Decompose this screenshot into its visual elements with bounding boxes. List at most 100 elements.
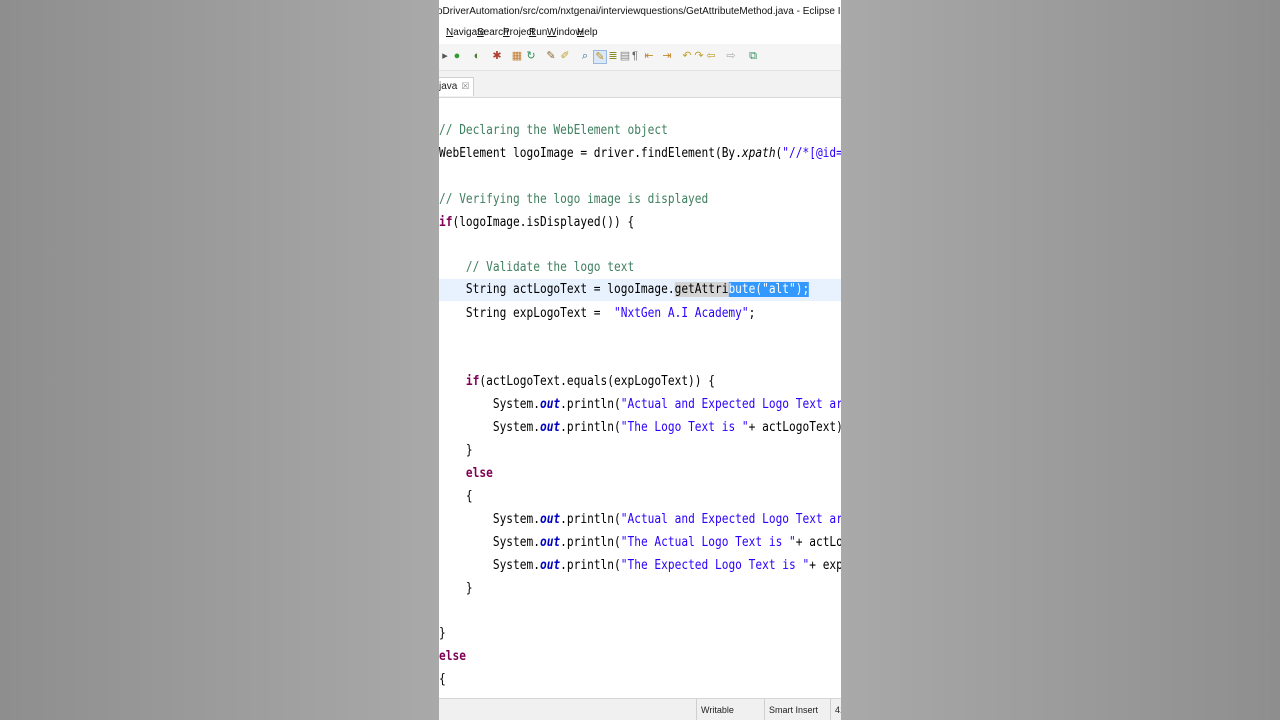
nav-back-icon[interactable]: ⇤ — [643, 50, 655, 62]
code-text: System. — [439, 558, 540, 573]
code-text: + expLogoText); — [809, 558, 841, 573]
pin-icon[interactable]: ✎ — [545, 50, 557, 62]
code-method: xpath — [741, 146, 776, 161]
code-text: .println( — [560, 558, 621, 573]
code-string: "Actual and Expected Logo Text are not s… — [620, 512, 841, 527]
code-field: out — [539, 397, 561, 412]
code-keyword: if — [439, 215, 453, 230]
code-text: { — [439, 489, 473, 504]
code-line-11: } — [439, 440, 473, 462]
code-text: } — [439, 626, 446, 641]
code-selection: bute("alt"); — [728, 282, 810, 297]
code-line-17: } — [439, 578, 473, 600]
code-method: getAttri — [674, 282, 729, 297]
code-text: WebElement logoImage = driver.findElemen… — [439, 146, 742, 161]
code-line-2: WebElement logoImage = driver.findElemen… — [439, 143, 841, 165]
code-line-7: String expLogoText = "NxtGen A.I Academy… — [439, 303, 755, 325]
code-line-18: } — [439, 623, 446, 645]
status-insert-mode: Smart Insert — [764, 699, 831, 720]
code-editor[interactable]: // Declaring the WebElement object WebEl… — [439, 98, 841, 698]
arrow-left-icon[interactable]: ⇦ — [705, 50, 717, 62]
code-field: out — [539, 512, 561, 527]
code-line-4: if(logoImage.isDisplayed()) { — [439, 212, 634, 234]
pilcrow-icon[interactable]: ¶ — [629, 50, 641, 62]
refresh-icon[interactable]: ↻ — [525, 50, 537, 62]
menu-help[interactable]: Help — [577, 24, 598, 42]
nav-forward-icon[interactable]: ⇥ — [661, 50, 673, 62]
code-line-6: String actLogoText = logoImage.getAttrib… — [439, 279, 810, 301]
run-icon[interactable]: ● — [451, 50, 463, 62]
window-title: oDriverAutomation/src/com/nxtgenai/inter… — [439, 6, 841, 17]
nav-prev-icon[interactable]: ↶ — [681, 50, 693, 62]
code-text: (logoImage.isDisplayed()) { — [452, 215, 635, 230]
code-text: .println( — [560, 512, 621, 527]
code-line-8: if(actLogoText.equals(expLogoText)) { — [439, 371, 715, 393]
toolbar: ▸ ● ◐ ✱ ▦ ↻ ✎ ✐ ⌕ ✎ ≣ ▤ ¶ ⇤ ⇥ ↶ ↷ ⇦ ⇨ ⧉ — [439, 44, 841, 71]
brush-icon[interactable]: ✐ — [559, 50, 571, 62]
window-titlebar: oDriverAutomation/src/com/nxtgenai/inter… — [439, 0, 841, 24]
code-comment: // Validate the logo text — [439, 260, 635, 275]
eclipse-window: oDriverAutomation/src/com/nxtgenai/inter… — [439, 0, 841, 720]
code-line-15: System.out.println("The Actual Logo Text… — [439, 532, 841, 554]
close-tab-icon[interactable]: ☒ — [461, 81, 469, 91]
search-icon[interactable]: ⌕ — [579, 50, 591, 62]
status-cursor-position: 41 — [830, 699, 841, 720]
code-text: .println( — [560, 420, 621, 435]
code-keyword: else — [439, 649, 466, 664]
code-text: (actLogoText.equals(expLogoText)) { — [479, 374, 715, 389]
code-line-13: { — [439, 486, 473, 508]
code-line-1: // Declaring the WebElement object — [439, 120, 668, 142]
code-comment: // Declaring the WebElement object — [439, 123, 668, 138]
code-line-10: System.out.println("The Logo Text is "+ … — [439, 417, 841, 439]
code-text: .println( — [560, 535, 621, 550]
editor-tab-getattributemethod[interactable]: java ☒ — [439, 77, 475, 96]
code-line-14: System.out.println("Actual and Expected … — [439, 509, 841, 531]
code-field: out — [539, 420, 561, 435]
bug-icon[interactable]: ✱ — [491, 50, 503, 62]
debug-icon[interactable]: ◐ — [471, 50, 483, 62]
right-backdrop — [841, 0, 1280, 720]
code-line-12: else — [439, 463, 493, 485]
code-string: "The Expected Logo Text is " — [620, 558, 810, 573]
editor-tab-strip: java ☒ — [439, 71, 841, 98]
code-keyword: else — [439, 466, 493, 481]
code-line-9: System.out.println("Actual and Expected … — [439, 394, 841, 416]
code-line-5: // Validate the logo text — [439, 257, 634, 279]
menu-bar: Navigate Search Project Run Window Help — [439, 24, 841, 42]
code-text: System. — [439, 535, 540, 550]
code-text: ; — [748, 306, 756, 321]
code-field: out — [539, 558, 561, 573]
code-line-3: // Verifying the logo image is displayed — [439, 189, 708, 211]
code-string: "The Logo Text is " — [620, 420, 749, 435]
menu-run[interactable]: Run — [529, 24, 547, 42]
code-line-19: else — [439, 646, 466, 668]
highlight-icon[interactable]: ✎ — [593, 50, 607, 64]
code-field: out — [539, 535, 561, 550]
code-keyword: if — [439, 374, 480, 389]
code-line-16: System.out.println("The Expected Logo Te… — [439, 555, 841, 577]
status-bar: Writable Smart Insert 41 — [439, 698, 841, 720]
code-line-20: { — [439, 669, 446, 691]
code-string: "Actual and Expected Logo Text are same" — [620, 397, 841, 412]
arrow-right-icon[interactable]: ⇨ — [725, 50, 737, 62]
code-text: } — [439, 581, 473, 596]
code-text: { — [439, 672, 446, 687]
nav-next-icon[interactable]: ↷ — [693, 50, 705, 62]
code-text: String actLogoText = logoImage. — [439, 282, 675, 297]
code-text: String expLogoText = — [439, 306, 615, 321]
code-text: System. — [439, 512, 540, 527]
code-string: "NxtGen A.I Academy" — [614, 306, 749, 321]
left-backdrop — [0, 0, 439, 720]
status-writable: Writable — [696, 699, 767, 720]
code-text: System. — [439, 397, 540, 412]
code-text: System. — [439, 420, 540, 435]
editor-tab-label: java — [439, 81, 458, 92]
code-text: } — [439, 443, 473, 458]
outline-icon[interactable]: ≣ — [607, 50, 619, 62]
code-text: + actLogoText); — [748, 420, 841, 435]
build-icon[interactable]: ▦ — [511, 50, 523, 62]
new-window-icon[interactable]: ⧉ — [747, 50, 759, 62]
arrow-icon[interactable]: ▸ — [439, 50, 451, 62]
code-text: .println( — [560, 397, 621, 412]
code-string: "//*[@id=\"site-logo — [782, 146, 841, 161]
